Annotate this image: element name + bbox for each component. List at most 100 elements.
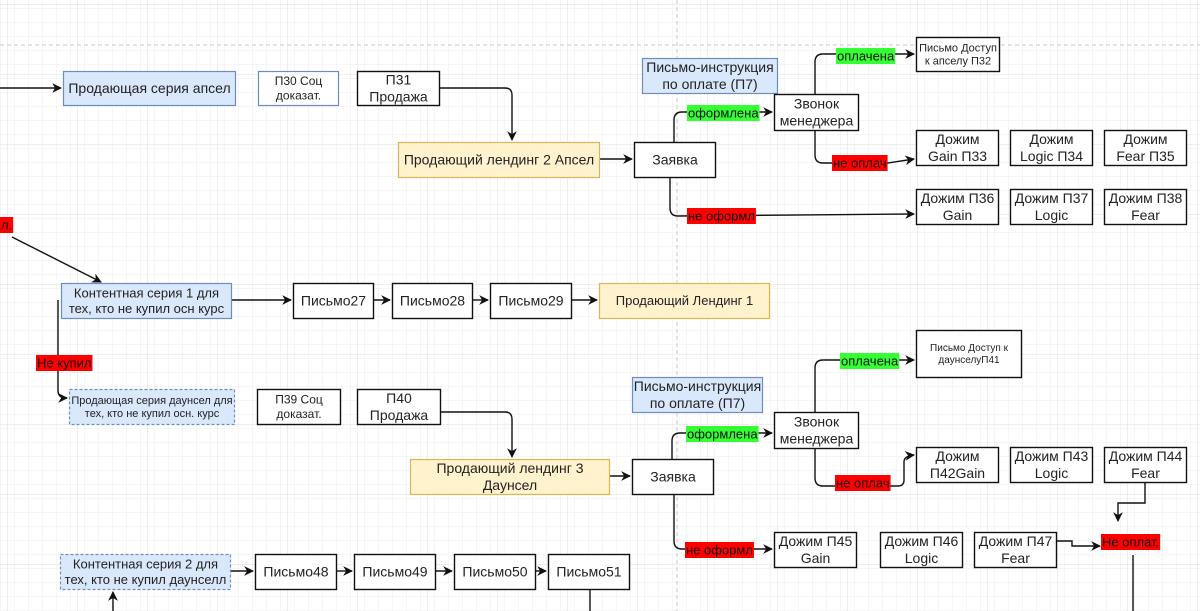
node-p30[interactable]: П30 Соцдоказат. — [257, 70, 340, 107]
node-text: тех, кто не купил осн курс — [69, 301, 225, 316]
node-text: Дожим П36 — [921, 190, 995, 206]
node-box[interactable] — [915, 329, 1023, 379]
node-text: Письмо28 — [400, 293, 465, 309]
node-p38[interactable]: Дожим П38Fear — [1103, 188, 1188, 226]
node-upsell-series[interactable]: Продающая серия апсел — [62, 70, 237, 107]
node-p46[interactable]: Дожим П46Logic — [879, 531, 964, 569]
node-text: Продажа — [370, 407, 429, 423]
edge-label-oplachena1[interactable]: оплачена — [836, 48, 896, 64]
edge-label-text: не оформл — [688, 208, 755, 223]
node-text: Продающий лендинг 2 Апсел — [404, 152, 594, 168]
node-text: Звонок — [794, 96, 840, 112]
node-p42[interactable]: ДожимП42Gain — [915, 446, 1000, 484]
edge-label-ne-oplach2[interactable]: не оплач — [835, 475, 891, 491]
node-letter48[interactable]: Письмо48 — [254, 553, 338, 591]
node-text: Контентная серия 2 для — [73, 556, 218, 571]
node-p39[interactable]: П39 Соцдоказат. — [256, 388, 342, 426]
edge-label-kupil-cut[interactable]: л. — [0, 217, 14, 233]
node-letter27[interactable]: Письмо27 — [292, 282, 375, 320]
node-text: Письмо51 — [556, 564, 621, 580]
node-letter28[interactable]: Письмо28 — [391, 282, 474, 320]
node-text: П39 Соц — [275, 393, 323, 407]
node-instr1[interactable]: Письмо-инструкцияпо оплате (П7) — [641, 57, 779, 95]
node-landing3[interactable]: Продающий лендинг 3Даунсел — [409, 458, 611, 496]
node-text: Logic П34 — [1020, 148, 1083, 164]
node-p40[interactable]: П40Продажа — [356, 388, 442, 426]
edge-label-oformlena2[interactable]: оформлена — [686, 426, 759, 442]
edge-label-text: оплачена — [841, 353, 899, 368]
node-text: Даунсел — [483, 477, 537, 493]
node-zayavka1[interactable]: Заявка — [633, 141, 717, 179]
node-p33[interactable]: ДожимGain П33 — [915, 129, 1000, 167]
node-text: Дожим П45 — [779, 533, 853, 549]
node-content2[interactable]: Контентная серия 2 длятех, кто не купил … — [59, 553, 232, 591]
node-text: Контентная серия 1 для — [74, 285, 219, 300]
node-text: Дожим П43 — [1015, 448, 1089, 464]
node-p47[interactable]: Дожим П47Fear — [973, 531, 1058, 569]
node-text: Письмо Доступ к — [930, 343, 1009, 354]
node-downsell-series[interactable]: Продающая серия даунсел длятех, кто не к… — [68, 388, 236, 426]
node-text: Письмо-инструкция — [634, 378, 761, 394]
node-p41[interactable]: Письмо Доступ кдаунселуП41 — [915, 329, 1023, 379]
node-letter50[interactable]: Письмо50 — [453, 553, 537, 591]
node-text: менеджера — [780, 113, 854, 129]
node-text: П42Gain — [930, 465, 985, 481]
node-text: П31 — [386, 72, 412, 88]
node-landing1[interactable]: Продающий Лендинг 1 — [598, 282, 771, 320]
node-text: по оплате (П7) — [650, 395, 745, 411]
node-text: доказат. — [276, 407, 321, 421]
edge-label-text: не оплач — [833, 155, 887, 170]
node-p43[interactable]: Дожим П43Logic — [1009, 446, 1094, 484]
edge-label-ne-oforml1[interactable]: не оформл — [687, 208, 756, 224]
node-p36[interactable]: Дожим П36Gain — [915, 188, 1000, 226]
node-text: Дожим П46 — [885, 533, 959, 549]
node-text: Письмо-инструкция — [646, 59, 773, 75]
node-p31[interactable]: П31Продажа — [356, 70, 441, 107]
edge-label-oformlena1[interactable]: оформлена — [687, 105, 760, 121]
edge-label-ne-oplach1[interactable]: не оплач — [832, 155, 888, 171]
node-text: П40 — [386, 390, 412, 406]
node-letter49[interactable]: Письмо49 — [353, 553, 437, 591]
node-text: Gain — [801, 550, 831, 566]
node-p44[interactable]: Дожим П44Fear — [1103, 446, 1188, 484]
node-letter29[interactable]: Письмо29 — [489, 282, 573, 320]
node-text: П30 Соц — [275, 74, 323, 88]
node-zayavka2[interactable]: Заявка — [631, 458, 715, 496]
edge-label-text: Не купил — [37, 355, 91, 370]
node-text: Продающая серия даунсел для — [71, 395, 232, 407]
node-text: Дожим — [1123, 131, 1167, 147]
node-text: Дожим П47 — [979, 533, 1053, 549]
node-p37[interactable]: Дожим П37Logic — [1009, 188, 1094, 226]
edge-label-ne-oforml2[interactable]: не оформл — [685, 542, 754, 558]
node-text: Дожим — [935, 448, 979, 464]
node-p34[interactable]: ДожимLogic П34 — [1009, 129, 1094, 167]
edge-label-oplachena2[interactable]: оплачена — [840, 353, 900, 369]
edge-label-ne-oplat[interactable]: Не оплат. — [1101, 534, 1161, 550]
node-text: менеджера — [780, 431, 854, 447]
node-text: тех, кто не купил осн. курс — [85, 408, 220, 420]
node-text: Logic — [1035, 465, 1068, 481]
node-p32[interactable]: Письмо Доступ к апселу П32 — [915, 36, 1001, 73]
node-text: Gain П33 — [928, 148, 987, 164]
node-landing2[interactable]: Продающий лендинг 2 Апсел — [397, 141, 601, 179]
node-text: Заявка — [652, 152, 698, 168]
node-text: Gain — [943, 207, 973, 223]
node-text: даунселуП41 — [938, 355, 1000, 366]
node-text: Fear П35 — [1116, 148, 1175, 164]
node-letter51[interactable]: Письмо51 — [547, 553, 631, 591]
node-instr2[interactable]: Письмо-инструкцияпо оплате (П7) — [631, 376, 764, 414]
node-text: Письмо50 — [462, 564, 527, 580]
edge-label-text: не оформл — [686, 542, 753, 557]
node-text: Дожим — [1029, 131, 1073, 147]
node-call2[interactable]: Звонокменеджера — [773, 411, 860, 450]
node-text: Письмо27 — [301, 293, 366, 309]
node-content1[interactable]: Контентная серия 1 длятех, кто не купил … — [60, 282, 233, 320]
edge-label-ne-kupil[interactable]: Не купил — [36, 355, 93, 371]
node-text: доказат. — [276, 89, 321, 103]
edge-label-text: л. — [1, 217, 12, 232]
node-text: Дожим — [935, 131, 979, 147]
diagram-canvas[interactable]: Продающая серия апсел П30 Соцдоказат.П31П… — [0, 0, 1200, 611]
node-p45[interactable]: Дожим П45Gain — [773, 531, 858, 569]
node-call1[interactable]: Звонокменеджера — [773, 93, 860, 132]
node-p35[interactable]: ДожимFear П35 — [1103, 129, 1188, 167]
